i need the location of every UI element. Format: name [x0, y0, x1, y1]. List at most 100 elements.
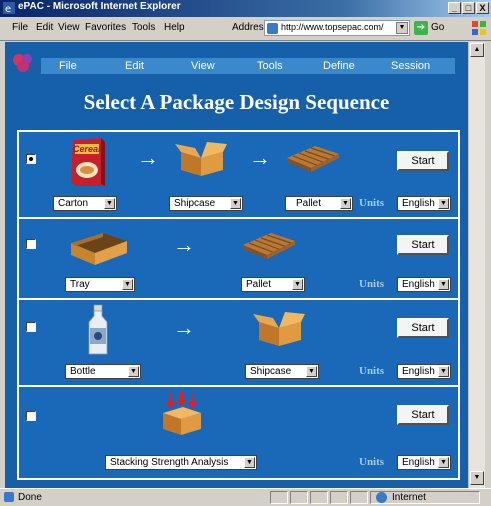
scroll-down-icon[interactable]: ▼ [470, 471, 484, 485]
arrow-icon: → [137, 145, 159, 170]
shipcase-select-value: Shipcase [250, 366, 292, 377]
sequence-row-carton: Cereal → → Start Carton ▼ Shipcase ▼ Pal… [19, 132, 458, 217]
nav-view[interactable]: View [191, 60, 215, 72]
globe-icon [376, 492, 387, 503]
carton-select[interactable]: Carton ▼ [53, 196, 117, 211]
chevron-down-icon[interactable]: ▼ [438, 366, 449, 377]
shipcase-select[interactable]: Shipcase ▼ [245, 364, 319, 379]
sequence-radio[interactable] [26, 411, 36, 421]
pallet-select-value: Pallet [246, 279, 272, 290]
chevron-down-icon[interactable]: ▼ [230, 198, 241, 209]
nav-edit[interactable]: Edit [125, 60, 144, 72]
analysis-select-value: Stacking Strength Analysis [110, 457, 229, 468]
sequence-row-stacking: Start Stacking Strength Analysis ▼ Units … [19, 387, 458, 478]
chevron-down-icon[interactable]: ▼ [122, 279, 133, 290]
menu-favorites[interactable]: Favorites [85, 22, 126, 33]
carton-brand-text: Cereal [73, 144, 101, 154]
arrow-icon: → [249, 145, 271, 170]
nav-tools[interactable]: Tools [257, 60, 283, 72]
chevron-down-icon[interactable]: ▼ [244, 457, 255, 468]
chevron-down-icon[interactable]: ▼ [306, 366, 317, 377]
chevron-down-icon[interactable]: ▼ [292, 279, 303, 290]
menu-help[interactable]: Help [164, 22, 185, 33]
shipcase-select-value: Shipcase [174, 198, 216, 209]
scroll-up-icon[interactable]: ▲ [470, 43, 484, 57]
units-label: Units [359, 456, 385, 468]
start-button[interactable]: Start [397, 151, 449, 171]
units-select[interactable]: English ▼ [397, 277, 451, 292]
start-button[interactable]: Start [397, 235, 449, 255]
chevron-down-icon[interactable]: ▼ [340, 198, 351, 209]
page-icon [267, 23, 278, 34]
bottle-select[interactable]: Bottle ▼ [65, 364, 141, 379]
arrow-icon: → [173, 315, 195, 340]
chevron-down-icon[interactable]: ▼ [438, 279, 449, 290]
address-url: http://www.topsepac.com/ [281, 22, 384, 32]
stacking-strength-icon [163, 391, 201, 435]
sequence-panel: Cereal → → Start Carton ▼ Shipcase ▼ Pal… [17, 130, 460, 480]
units-label: Units [359, 365, 385, 377]
units-select[interactable]: English ▼ [397, 196, 451, 211]
menu-edit[interactable]: Edit [36, 22, 53, 33]
units-select[interactable]: English ▼ [397, 364, 451, 379]
arrow-icon: → [173, 232, 195, 257]
chevron-down-icon[interactable]: ▼ [438, 457, 449, 468]
nav-define[interactable]: Define [323, 60, 355, 72]
start-button[interactable]: Start [397, 405, 449, 425]
shipcase-icon [253, 312, 305, 346]
pallet-select[interactable]: Pallet ▼ [285, 196, 353, 211]
sequence-radio[interactable] [26, 154, 36, 164]
svg-text:e: e [5, 4, 11, 14]
units-select[interactable]: English ▼ [397, 455, 451, 470]
start-button[interactable]: Start [397, 318, 449, 338]
carton-select-value: Carton [58, 198, 89, 209]
sequence-row-bottle: → Start Bottle ▼ Shipcase ▼ Units English ▼ [19, 300, 458, 385]
units-select-value: English [402, 366, 435, 377]
menu-tools[interactable]: Tools [132, 22, 155, 33]
go-button[interactable]: Go [431, 22, 444, 33]
tray-select-value: Tray [70, 279, 90, 290]
menu-bar: File Edit View Favorites Tools Help Addr… [0, 17, 491, 41]
address-field[interactable]: http://www.topsepac.com/ ▼ [264, 20, 410, 36]
units-select-value: English [402, 198, 435, 209]
pallet-icon [287, 146, 339, 172]
analysis-select[interactable]: Stacking Strength Analysis ▼ [105, 455, 257, 470]
page-done-icon [4, 492, 14, 502]
sequence-row-tray: → Start Tray ▼ Pallet ▼ Units English ▼ [19, 219, 458, 298]
status-segment [270, 491, 288, 504]
title-bar: e ePAC - Microsoft Internet Explorer _ □… [0, 0, 491, 17]
status-bar: Done Internet [0, 488, 491, 506]
chevron-down-icon[interactable]: ▼ [128, 366, 139, 377]
tray-select[interactable]: Tray ▼ [65, 277, 135, 292]
status-segment [290, 491, 308, 504]
units-label: Units [359, 197, 385, 209]
status-segment [330, 491, 348, 504]
nav-file[interactable]: File [59, 60, 77, 72]
shipcase-select[interactable]: Shipcase ▼ [169, 196, 243, 211]
windows-logo-icon [472, 21, 486, 35]
menu-view[interactable]: View [58, 22, 80, 33]
shipcase-icon [175, 142, 227, 176]
chevron-down-icon[interactable]: ▼ [438, 198, 449, 209]
epac-logo-icon [13, 54, 32, 72]
nav-session[interactable]: Session [391, 60, 430, 72]
menu-file[interactable]: File [12, 22, 28, 33]
status-segment [310, 491, 328, 504]
chevron-down-icon[interactable]: ▼ [396, 22, 408, 34]
pallet-icon [243, 233, 295, 259]
maximize-button[interactable]: □ [462, 2, 475, 14]
pallet-select-value: Pallet [296, 198, 322, 209]
sequence-radio[interactable] [26, 239, 36, 249]
minimize-button[interactable]: _ [448, 2, 461, 14]
page-content: File Edit View Tools Define Session Sele… [5, 42, 468, 488]
vertical-scrollbar[interactable]: ▲ ▼ [468, 42, 485, 488]
go-arrow-icon[interactable]: ➔ [414, 21, 428, 35]
status-text: Done [18, 492, 42, 503]
close-button[interactable]: X [476, 2, 489, 14]
bottle-icon [88, 304, 108, 355]
page-title: Select A Package Design Sequence [83, 90, 390, 114]
chevron-down-icon[interactable]: ▼ [104, 198, 115, 209]
browser-window: e ePAC - Microsoft Internet Explorer _ □… [0, 0, 491, 506]
pallet-select[interactable]: Pallet ▼ [241, 277, 305, 292]
sequence-radio[interactable] [26, 322, 36, 332]
